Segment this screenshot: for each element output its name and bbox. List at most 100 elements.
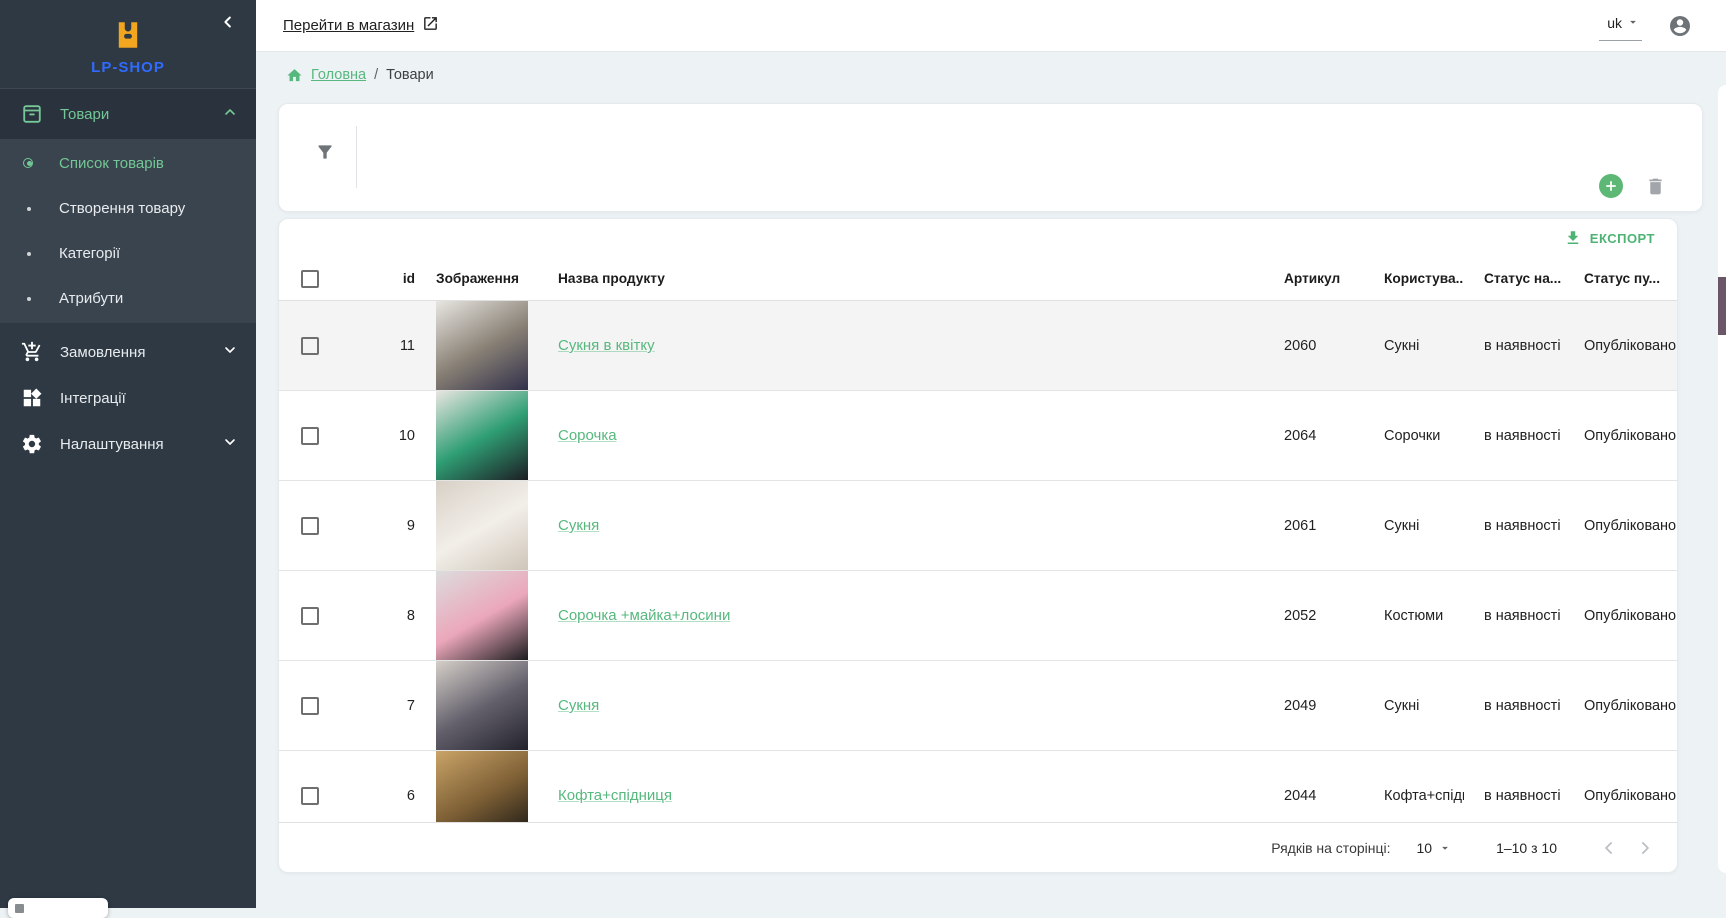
sidebar-item-label: Атрибути [59, 290, 123, 307]
small-square-icon [15, 904, 24, 913]
table-row: 10 Сорочка 2064 Сорочки в наявності Опуб… [279, 391, 1677, 481]
sidebar-item-settings[interactable]: Налаштування [0, 421, 256, 467]
sidebar-section-products[interactable]: Товари [0, 89, 256, 139]
chevron-down-icon [222, 342, 238, 362]
sidebar-item-product-list[interactable]: Список товарів [0, 141, 256, 186]
widgets-icon [20, 386, 44, 410]
product-name-link[interactable]: Сукня [558, 697, 599, 714]
sidebar-collapse-button[interactable] [216, 10, 240, 34]
product-image [436, 481, 528, 570]
rows-per-page-select[interactable]: 10 [1417, 840, 1453, 856]
cell-id: 8 [341, 608, 419, 624]
gear-icon [20, 432, 44, 456]
user-avatar-button[interactable] [1668, 14, 1692, 38]
product-name-link[interactable]: Сорочка +майка+лосини [558, 607, 730, 624]
cell-sku: 2061 [1264, 518, 1364, 534]
row-checkbox[interactable] [301, 607, 319, 625]
product-name-link[interactable]: Сукня [558, 517, 599, 534]
cell-sku: 2064 [1264, 428, 1364, 444]
row-checkbox[interactable] [301, 427, 319, 445]
pagination-bar: Рядків на сторінці: 10 1–10 з 10 [279, 822, 1677, 872]
column-header-sku: Артикул [1264, 271, 1364, 286]
sidebar-item-attributes[interactable]: Атрибути [0, 276, 256, 321]
sidebar-item-create-product[interactable]: Створення товару [0, 186, 256, 231]
products-box-icon [20, 102, 44, 126]
product-name-link[interactable]: Сукня в квітку [558, 337, 655, 354]
cell-category: Костюми [1364, 608, 1464, 624]
delete-button[interactable] [1645, 176, 1666, 197]
sidebar-item-categories[interactable]: Категорії [0, 231, 256, 276]
sidebar-item-label: Список товарів [59, 155, 164, 172]
pagination-range: 1–10 з 10 [1496, 840, 1557, 856]
radio-selected-icon [23, 158, 35, 170]
cell-category: Кофта+спідниц [1364, 788, 1464, 804]
cell-id: 11 [341, 338, 419, 354]
cell-category: Сорочки [1364, 428, 1464, 444]
next-page-button[interactable] [1627, 830, 1663, 866]
cell-stock-status: в наявності [1464, 788, 1564, 804]
cell-publish-status: Опубліковано [1564, 698, 1677, 714]
cell-category: Сукні [1364, 698, 1464, 714]
logo-text: LP-SHOP [91, 59, 165, 76]
table-row: 7 Сукня 2049 Сукні в наявності Опубліков… [279, 661, 1677, 751]
table-toolbar: ЕКСПОРТ [279, 219, 1677, 257]
sidebar-item-label: Категорії [59, 245, 120, 262]
table-row: 9 Сукня 2061 Сукні в наявності Опубліков… [279, 481, 1677, 571]
cell-id: 10 [341, 428, 419, 444]
product-table-body: 11 Сукня в квітку 2060 Сукні в наявності… [279, 301, 1677, 822]
product-image [436, 301, 528, 390]
bullet-dot-icon [23, 248, 35, 260]
product-image [436, 391, 528, 480]
cell-sku: 2052 [1264, 608, 1364, 624]
cell-publish-status: Опубліковано [1564, 518, 1677, 534]
row-checkbox[interactable] [301, 517, 319, 535]
sidebar-section-products-label: Товари [60, 106, 222, 123]
bullet-dot-icon [23, 203, 35, 215]
row-checkbox[interactable] [301, 337, 319, 355]
products-table-card: ЕКСПОРТ id Зображення Назва продукту Арт… [278, 218, 1678, 873]
product-image [436, 661, 528, 750]
cell-category: Сукні [1364, 338, 1464, 354]
column-header-category: Користува... [1364, 271, 1464, 286]
cell-sku: 2060 [1264, 338, 1364, 354]
go-to-store-link[interactable]: Перейти в магазин [283, 15, 439, 36]
cell-stock-status: в наявності [1464, 608, 1564, 624]
row-checkbox[interactable] [301, 787, 319, 805]
previous-page-button[interactable] [1591, 830, 1627, 866]
filter-funnel-icon[interactable] [315, 142, 335, 167]
row-checkbox[interactable] [301, 697, 319, 715]
shopping-bag-logo-icon [111, 18, 145, 57]
topbar: Перейти в магазин uk [256, 0, 1726, 52]
cell-publish-status: Опубліковано [1564, 428, 1677, 444]
sidebar-item-integrations[interactable]: Інтеграції [0, 375, 256, 421]
sidebar-item-settings-label: Налаштування [60, 436, 222, 453]
external-link-icon [422, 15, 439, 36]
cutoff-image-fragment [1718, 277, 1726, 335]
sidebar-item-orders[interactable]: Замовлення [0, 329, 256, 375]
language-select[interactable]: uk [1599, 11, 1642, 41]
product-name-link[interactable]: Кофта+спідниця [558, 787, 672, 804]
select-all-checkbox[interactable] [301, 270, 319, 288]
add-product-button[interactable] [1599, 174, 1623, 198]
product-name-link[interactable]: Сорочка [558, 427, 617, 444]
breadcrumb-home-link[interactable]: Головна [311, 67, 366, 83]
cell-category: Сукні [1364, 518, 1464, 534]
column-header-stock-status: Статус на... [1464, 271, 1564, 286]
cell-publish-status: Опубліковано [1564, 608, 1677, 624]
product-image [436, 751, 528, 822]
rows-per-page-label: Рядків на сторінці: [1271, 840, 1390, 856]
add-shopping-cart-icon [20, 340, 44, 364]
export-button[interactable]: ЕКСПОРТ [1558, 225, 1661, 251]
table-row: 11 Сукня в квітку 2060 Сукні в наявності… [279, 301, 1677, 391]
sidebar: LP-SHOP Товари Список товарів [0, 0, 256, 908]
cell-publish-status: Опубліковано [1564, 338, 1677, 354]
chevron-down-icon [1626, 15, 1640, 32]
chevron-up-icon [222, 104, 238, 124]
breadcrumb-separator: / [374, 67, 378, 83]
cell-id: 6 [341, 788, 419, 804]
app-logo[interactable]: LP-SHOP [0, 0, 256, 88]
bottom-left-cutoff-panel[interactable] [8, 898, 108, 918]
filter-divider [356, 126, 357, 188]
cell-stock-status: в наявності [1464, 518, 1564, 534]
table-row: 8 Сорочка +майка+лосини 2052 Костюми в н… [279, 571, 1677, 661]
